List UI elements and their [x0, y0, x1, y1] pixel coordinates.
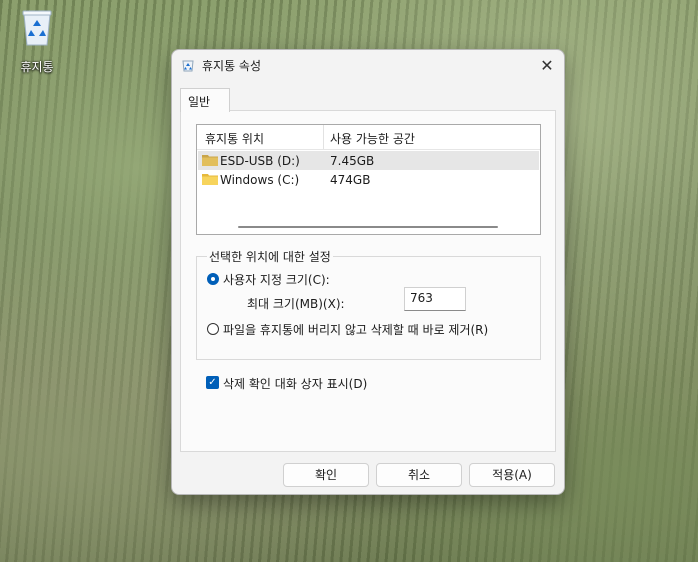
checkmark-icon: ✓: [208, 377, 217, 388]
scrollbar-thumb[interactable]: [238, 226, 498, 228]
title-bar[interactable]: 휴지통 속성 ✕: [172, 50, 564, 80]
apply-button[interactable]: 적용(A): [469, 463, 555, 487]
desktop-recycle-bin[interactable]: 휴지통: [14, 8, 60, 75]
column-separator[interactable]: [323, 125, 324, 149]
custom-size-label[interactable]: 사용자 지정 크기(C):: [223, 271, 330, 288]
row-location: Windows (C:): [220, 173, 300, 187]
list-row-windows[interactable]: Windows (C:) 474GB: [198, 170, 539, 189]
recycle-bin-label: 휴지통: [20, 60, 54, 74]
close-button[interactable]: ✕: [536, 54, 558, 76]
recycle-bin-icon: [22, 8, 52, 46]
drive-folder-icon: [202, 173, 218, 185]
horizontal-scrollbar[interactable]: [198, 221, 539, 233]
cancel-button[interactable]: 취소: [376, 463, 462, 487]
column-header-space[interactable]: 사용 가능한 공간: [330, 130, 415, 147]
column-header-location[interactable]: 휴지통 위치: [205, 130, 264, 147]
confirm-delete-checkbox[interactable]: ✓: [206, 376, 219, 389]
list-header: 휴지통 위치 사용 가능한 공간: [197, 125, 540, 150]
no-recycle-label[interactable]: 파일을 휴지통에 버리지 않고 삭제할 때 바로 제거(R): [223, 321, 488, 338]
custom-size-radio[interactable]: [207, 273, 219, 285]
tab-general[interactable]: 일반: [180, 88, 230, 112]
ok-button[interactable]: 확인: [283, 463, 369, 487]
row-space: 474GB: [330, 173, 371, 187]
drive-folder-icon: [202, 154, 218, 166]
row-space: 7.45GB: [330, 154, 375, 168]
location-settings-group: 선택한 위치에 대한 설정 사용자 지정 크기(C): 최대 크기(MB)(X)…: [196, 248, 541, 360]
location-list[interactable]: 휴지통 위치 사용 가능한 공간 ESD-USB (D:) 7.45GB Win…: [196, 124, 541, 235]
recycle-bin-properties-dialog: 휴지통 속성 ✕ 일반 휴지통 위치 사용 가능한 공간 ESD-USB (D:…: [171, 49, 565, 495]
list-row-esd-usb[interactable]: ESD-USB (D:) 7.45GB: [198, 151, 539, 170]
group-legend: 선택한 위치에 대한 설정: [207, 248, 333, 265]
confirm-delete-label[interactable]: 삭제 확인 대화 상자 표시(D): [223, 375, 367, 392]
general-tab-panel: 휴지통 위치 사용 가능한 공간 ESD-USB (D:) 7.45GB Win…: [180, 110, 556, 452]
max-size-label: 최대 크기(MB)(X):: [247, 297, 345, 311]
no-recycle-radio[interactable]: [207, 323, 219, 335]
close-icon: ✕: [540, 55, 554, 75]
row-location: ESD-USB (D:): [220, 154, 300, 168]
max-size-input[interactable]: 763: [404, 287, 466, 311]
recycle-bin-small-icon: [181, 58, 195, 72]
dialog-title: 휴지통 속성: [202, 59, 262, 73]
